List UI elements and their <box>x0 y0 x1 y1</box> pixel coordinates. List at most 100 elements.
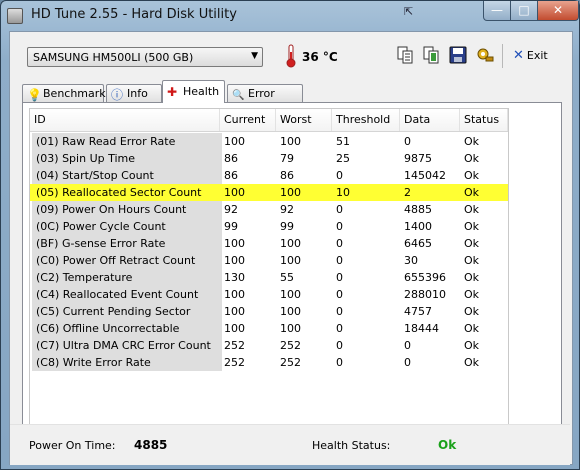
table-row[interactable]: (C7) Ultra DMA CRC Error Count 252 252 0 0 Ok <box>30 337 508 354</box>
cell-id: (0C) Power Cycle Count <box>32 218 222 235</box>
cell-status: Ok <box>464 254 480 267</box>
cell-id: (05) Reallocated Sector Count <box>32 184 222 201</box>
health-cross-icon: ✚ <box>167 85 178 99</box>
table-row[interactable]: (0C) Power Cycle Count 99 99 0 1400 Ok <box>30 218 508 235</box>
table-row[interactable]: (BF) G-sense Error Rate 100 100 0 6465 Ok <box>30 235 508 252</box>
table-row[interactable]: (C8) Write Error Rate 252 252 0 0 Ok <box>30 354 508 371</box>
cell-threshold: 0 <box>336 305 343 318</box>
cell-data: 6465 <box>404 237 432 250</box>
temperature-readout: 36 °C <box>302 50 338 64</box>
drive-select[interactable]: SAMSUNG HM500LI (500 GB) ▼ <box>27 47 263 67</box>
restore-layout-icon[interactable]: ⇱ <box>404 5 413 18</box>
tab-info-label: Info <box>127 87 148 100</box>
cell-current: 100 <box>224 322 245 335</box>
thermometer-icon <box>286 44 296 68</box>
cell-worst: 92 <box>280 203 294 216</box>
cell-status: Ok <box>464 339 480 352</box>
cell-threshold: 0 <box>336 288 343 301</box>
cell-current: 100 <box>224 237 245 250</box>
cell-data: 18444 <box>404 322 439 335</box>
cell-data: 4757 <box>404 305 432 318</box>
cell-data: 2 <box>404 186 411 199</box>
cell-id: (C4) Reallocated Event Count <box>32 286 222 303</box>
cell-data: 0 <box>404 135 411 148</box>
column-header-current[interactable]: Current <box>220 109 276 131</box>
cell-id: (01) Raw Read Error Rate <box>32 133 222 150</box>
cell-status: Ok <box>464 322 480 335</box>
cell-threshold: 10 <box>336 186 350 199</box>
cell-id: (C5) Current Pending Sector <box>32 303 222 320</box>
table-row[interactable]: (C6) Offline Uncorrectable 100 100 0 18444 Ok <box>30 320 508 337</box>
cell-worst: 100 <box>280 237 301 250</box>
tab-health[interactable]: ✚ Health <box>162 80 225 103</box>
table-header: ID Current Worst Threshold Data Status <box>30 109 508 132</box>
table-row[interactable]: (C5) Current Pending Sector 100 100 0 4757 Ok <box>30 303 508 320</box>
cell-status: Ok <box>464 169 480 182</box>
cell-id: (C2) Temperature <box>32 269 222 286</box>
smart-table[interactable]: ID Current Worst Threshold Data Status (… <box>29 108 509 442</box>
table-row[interactable]: (C4) Reallocated Event Count 100 100 0 28801… <box>30 286 508 303</box>
save-icon[interactable] <box>448 45 468 65</box>
cell-threshold: 0 <box>336 322 343 335</box>
column-header-status[interactable]: Status <box>460 109 508 131</box>
column-header-worst[interactable]: Worst <box>276 109 332 131</box>
tab-error-scan[interactable]: 🔍 Error Scan <box>227 84 303 117</box>
cell-threshold: 0 <box>336 203 343 216</box>
power-on-time-value: 4885 <box>134 438 168 452</box>
cell-id: (04) Start/Stop Count <box>32 167 222 184</box>
table-row[interactable]: (C2) Temperature 130 55 0 655396 Ok <box>30 269 508 286</box>
health-panel: ID Current Worst Threshold Data Status (… <box>22 102 562 448</box>
table-row[interactable]: (09) Power On Hours Count 92 92 0 4885 Ok <box>30 201 508 218</box>
cell-worst: 100 <box>280 135 301 148</box>
cell-data: 1400 <box>404 220 432 233</box>
cell-id: (C0) Power Off Retract Count <box>32 252 222 269</box>
column-header-data[interactable]: Data <box>400 109 460 131</box>
health-status-value: Ok <box>438 438 457 452</box>
app-window: HD Tune 2.55 - Hard Disk Utility ⇱ — □ ✕… <box>0 0 580 470</box>
cell-status: Ok <box>464 305 480 318</box>
cell-threshold: 0 <box>336 254 343 267</box>
table-row[interactable]: (04) Start/Stop Count 86 86 0 145042 Ok <box>30 167 508 184</box>
tab-info[interactable]: ⓘ Info <box>106 84 162 102</box>
copy-info-icon[interactable] <box>421 45 441 65</box>
close-button[interactable]: ✕ <box>537 1 579 21</box>
column-header-id[interactable]: ID <box>30 109 220 131</box>
cell-worst: 79 <box>280 152 294 165</box>
power-on-time-label: Power On Time: <box>29 439 116 452</box>
cell-current: 100 <box>224 254 245 267</box>
cell-current: 100 <box>224 135 245 148</box>
app-icon <box>7 8 23 24</box>
exit-button[interactable]: ✕ Exit <box>513 48 548 63</box>
cell-worst: 252 <box>280 356 301 369</box>
cell-threshold: 0 <box>336 271 343 284</box>
cell-id: (C6) Offline Uncorrectable <box>32 320 222 337</box>
cell-worst: 100 <box>280 305 301 318</box>
cell-worst: 100 <box>280 288 301 301</box>
cell-id: (C7) Ultra DMA CRC Error Count <box>32 337 222 354</box>
options-icon[interactable] <box>475 45 495 65</box>
cell-worst: 252 <box>280 339 301 352</box>
table-row[interactable]: (03) Spin Up Time 86 79 25 9875 Ok <box>30 150 508 167</box>
cell-current: 86 <box>224 169 238 182</box>
tab-benchmark[interactable]: 💡 Benchmark <box>22 84 106 102</box>
table-row[interactable]: (05) Reallocated Sector Count 100 100 10 2 Ok <box>30 184 508 201</box>
title-bar[interactable]: HD Tune 2.55 - Hard Disk Utility ⇱ — □ ✕ <box>1 1 579 29</box>
cell-status: Ok <box>464 203 480 216</box>
copy-icon[interactable] <box>395 45 415 65</box>
table-row[interactable]: (01) Raw Read Error Rate 100 100 51 0 Ok <box>30 133 508 150</box>
exit-label: Exit <box>526 49 548 62</box>
cell-id: (03) Spin Up Time <box>32 150 222 167</box>
cell-current: 130 <box>224 271 245 284</box>
cell-status: Ok <box>464 271 480 284</box>
cell-status: Ok <box>464 288 480 301</box>
cell-data: 4885 <box>404 203 432 216</box>
minimize-button[interactable]: — <box>483 1 511 21</box>
maximize-button[interactable]: □ <box>510 1 538 21</box>
cell-data: 0 <box>404 356 411 369</box>
cell-threshold: 0 <box>336 356 343 369</box>
cell-current: 99 <box>224 220 238 233</box>
column-header-threshold[interactable]: Threshold <box>332 109 400 131</box>
table-row[interactable]: (C0) Power Off Retract Count 100 100 0 30 Ok <box>30 252 508 269</box>
cell-status: Ok <box>464 186 480 199</box>
tab-health-label: Health <box>183 85 220 98</box>
